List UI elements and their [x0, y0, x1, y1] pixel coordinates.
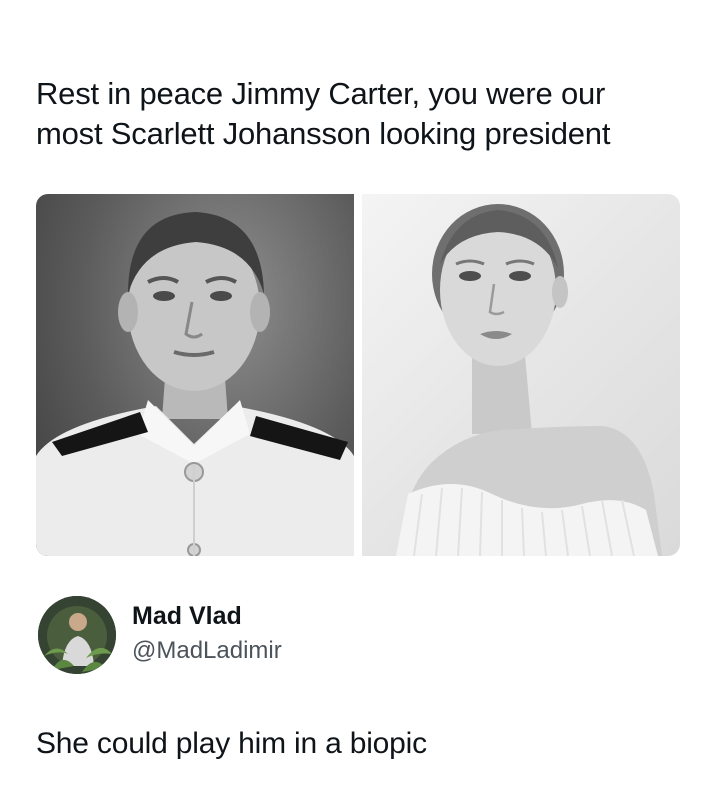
- scarlett-johansson-photo[interactable]: [362, 194, 680, 556]
- post-text: Rest in peace Jimmy Carter, you were our…: [36, 74, 676, 154]
- reply-text: She could play him in a biopic: [36, 727, 427, 760]
- reply-author-name[interactable]: Mad Vlad: [132, 600, 242, 632]
- post-text-line-1: Rest in peace Jimmy Carter, you were our: [36, 76, 606, 111]
- reply-author-handle[interactable]: @MadLadimir: [132, 636, 282, 666]
- portrait-man-uniform-image: [36, 212, 354, 556]
- portrait-woman-image: [396, 204, 662, 556]
- avatar[interactable]: [38, 596, 116, 674]
- post-text-line-2: most Scarlett Johansson looking presiden…: [36, 116, 611, 151]
- avatar-image: [38, 596, 116, 674]
- jimmy-carter-photo[interactable]: [36, 194, 354, 556]
